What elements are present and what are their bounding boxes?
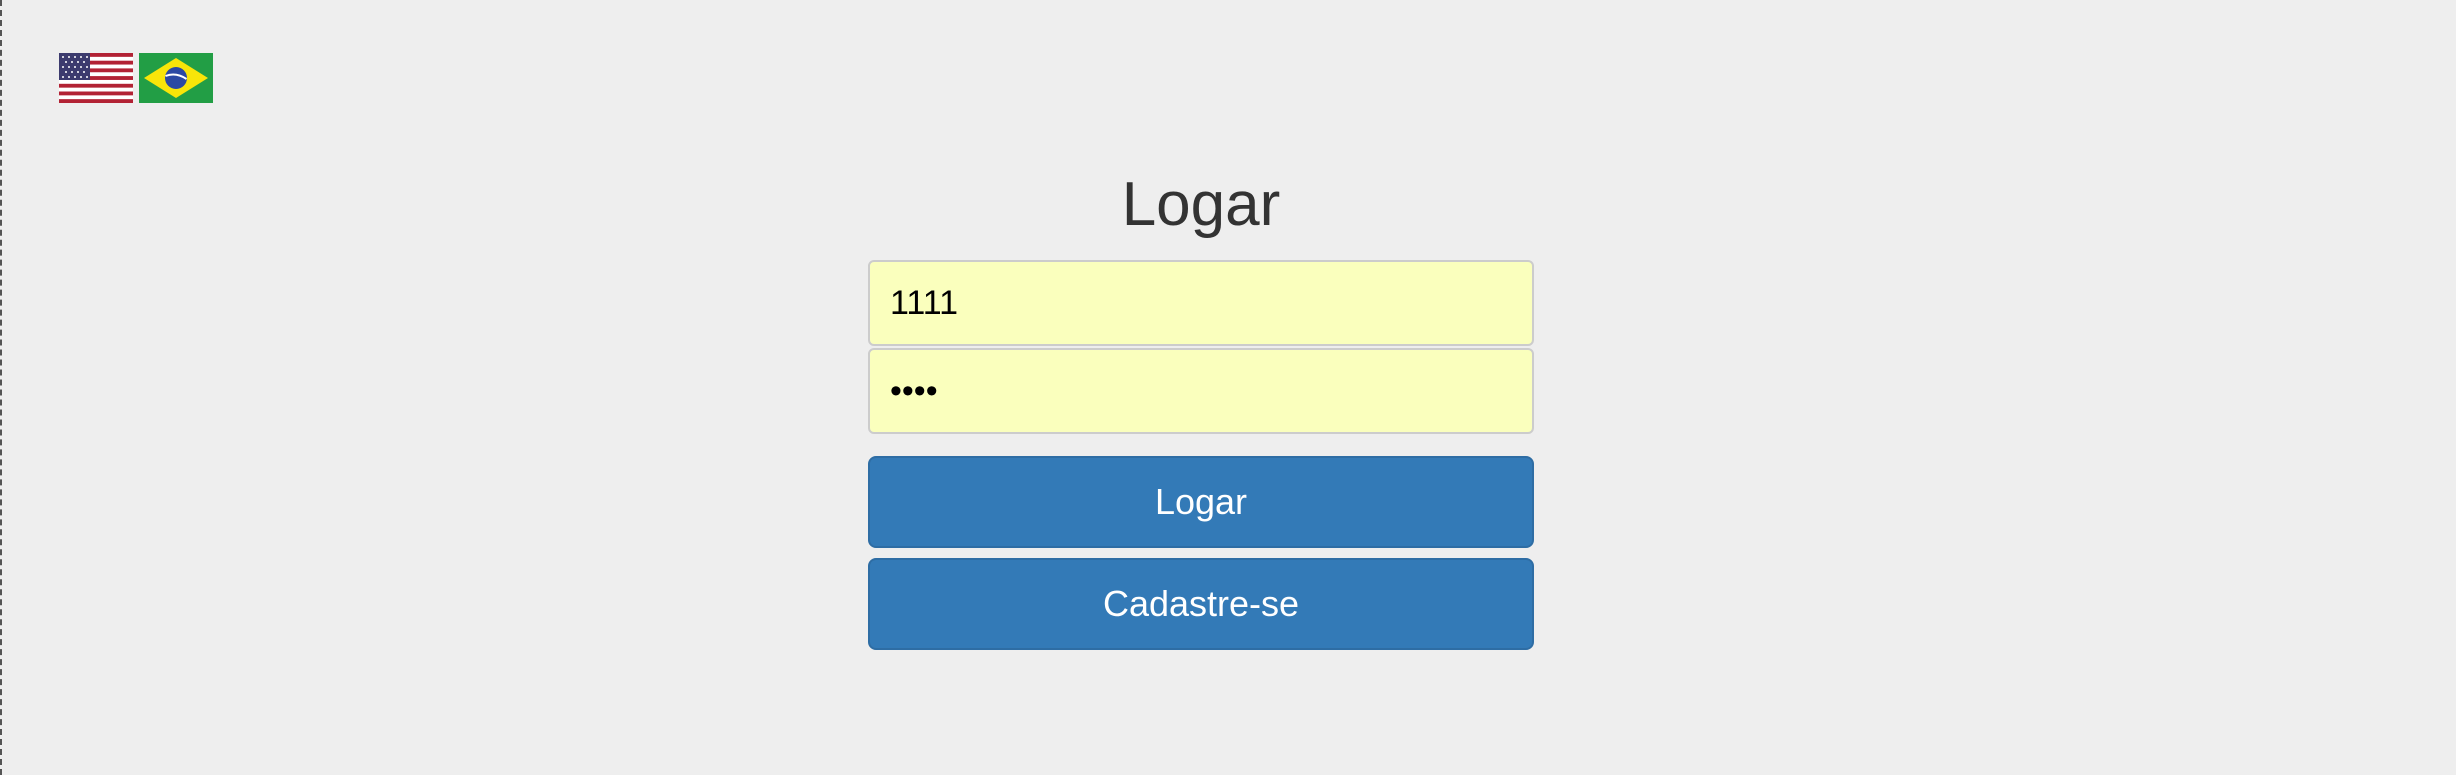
login-form: Logar Logar Cadastre-se: [868, 168, 1534, 650]
password-field[interactable]: [868, 348, 1534, 434]
register-button[interactable]: Cadastre-se: [868, 558, 1534, 650]
username-field[interactable]: [868, 260, 1534, 346]
language-selector: [59, 53, 213, 103]
login-button[interactable]: Logar: [868, 456, 1534, 548]
brazil-flag-icon[interactable]: [139, 53, 213, 103]
page-title: Logar: [1121, 170, 1281, 239]
us-flag-icon[interactable]: [59, 53, 133, 103]
